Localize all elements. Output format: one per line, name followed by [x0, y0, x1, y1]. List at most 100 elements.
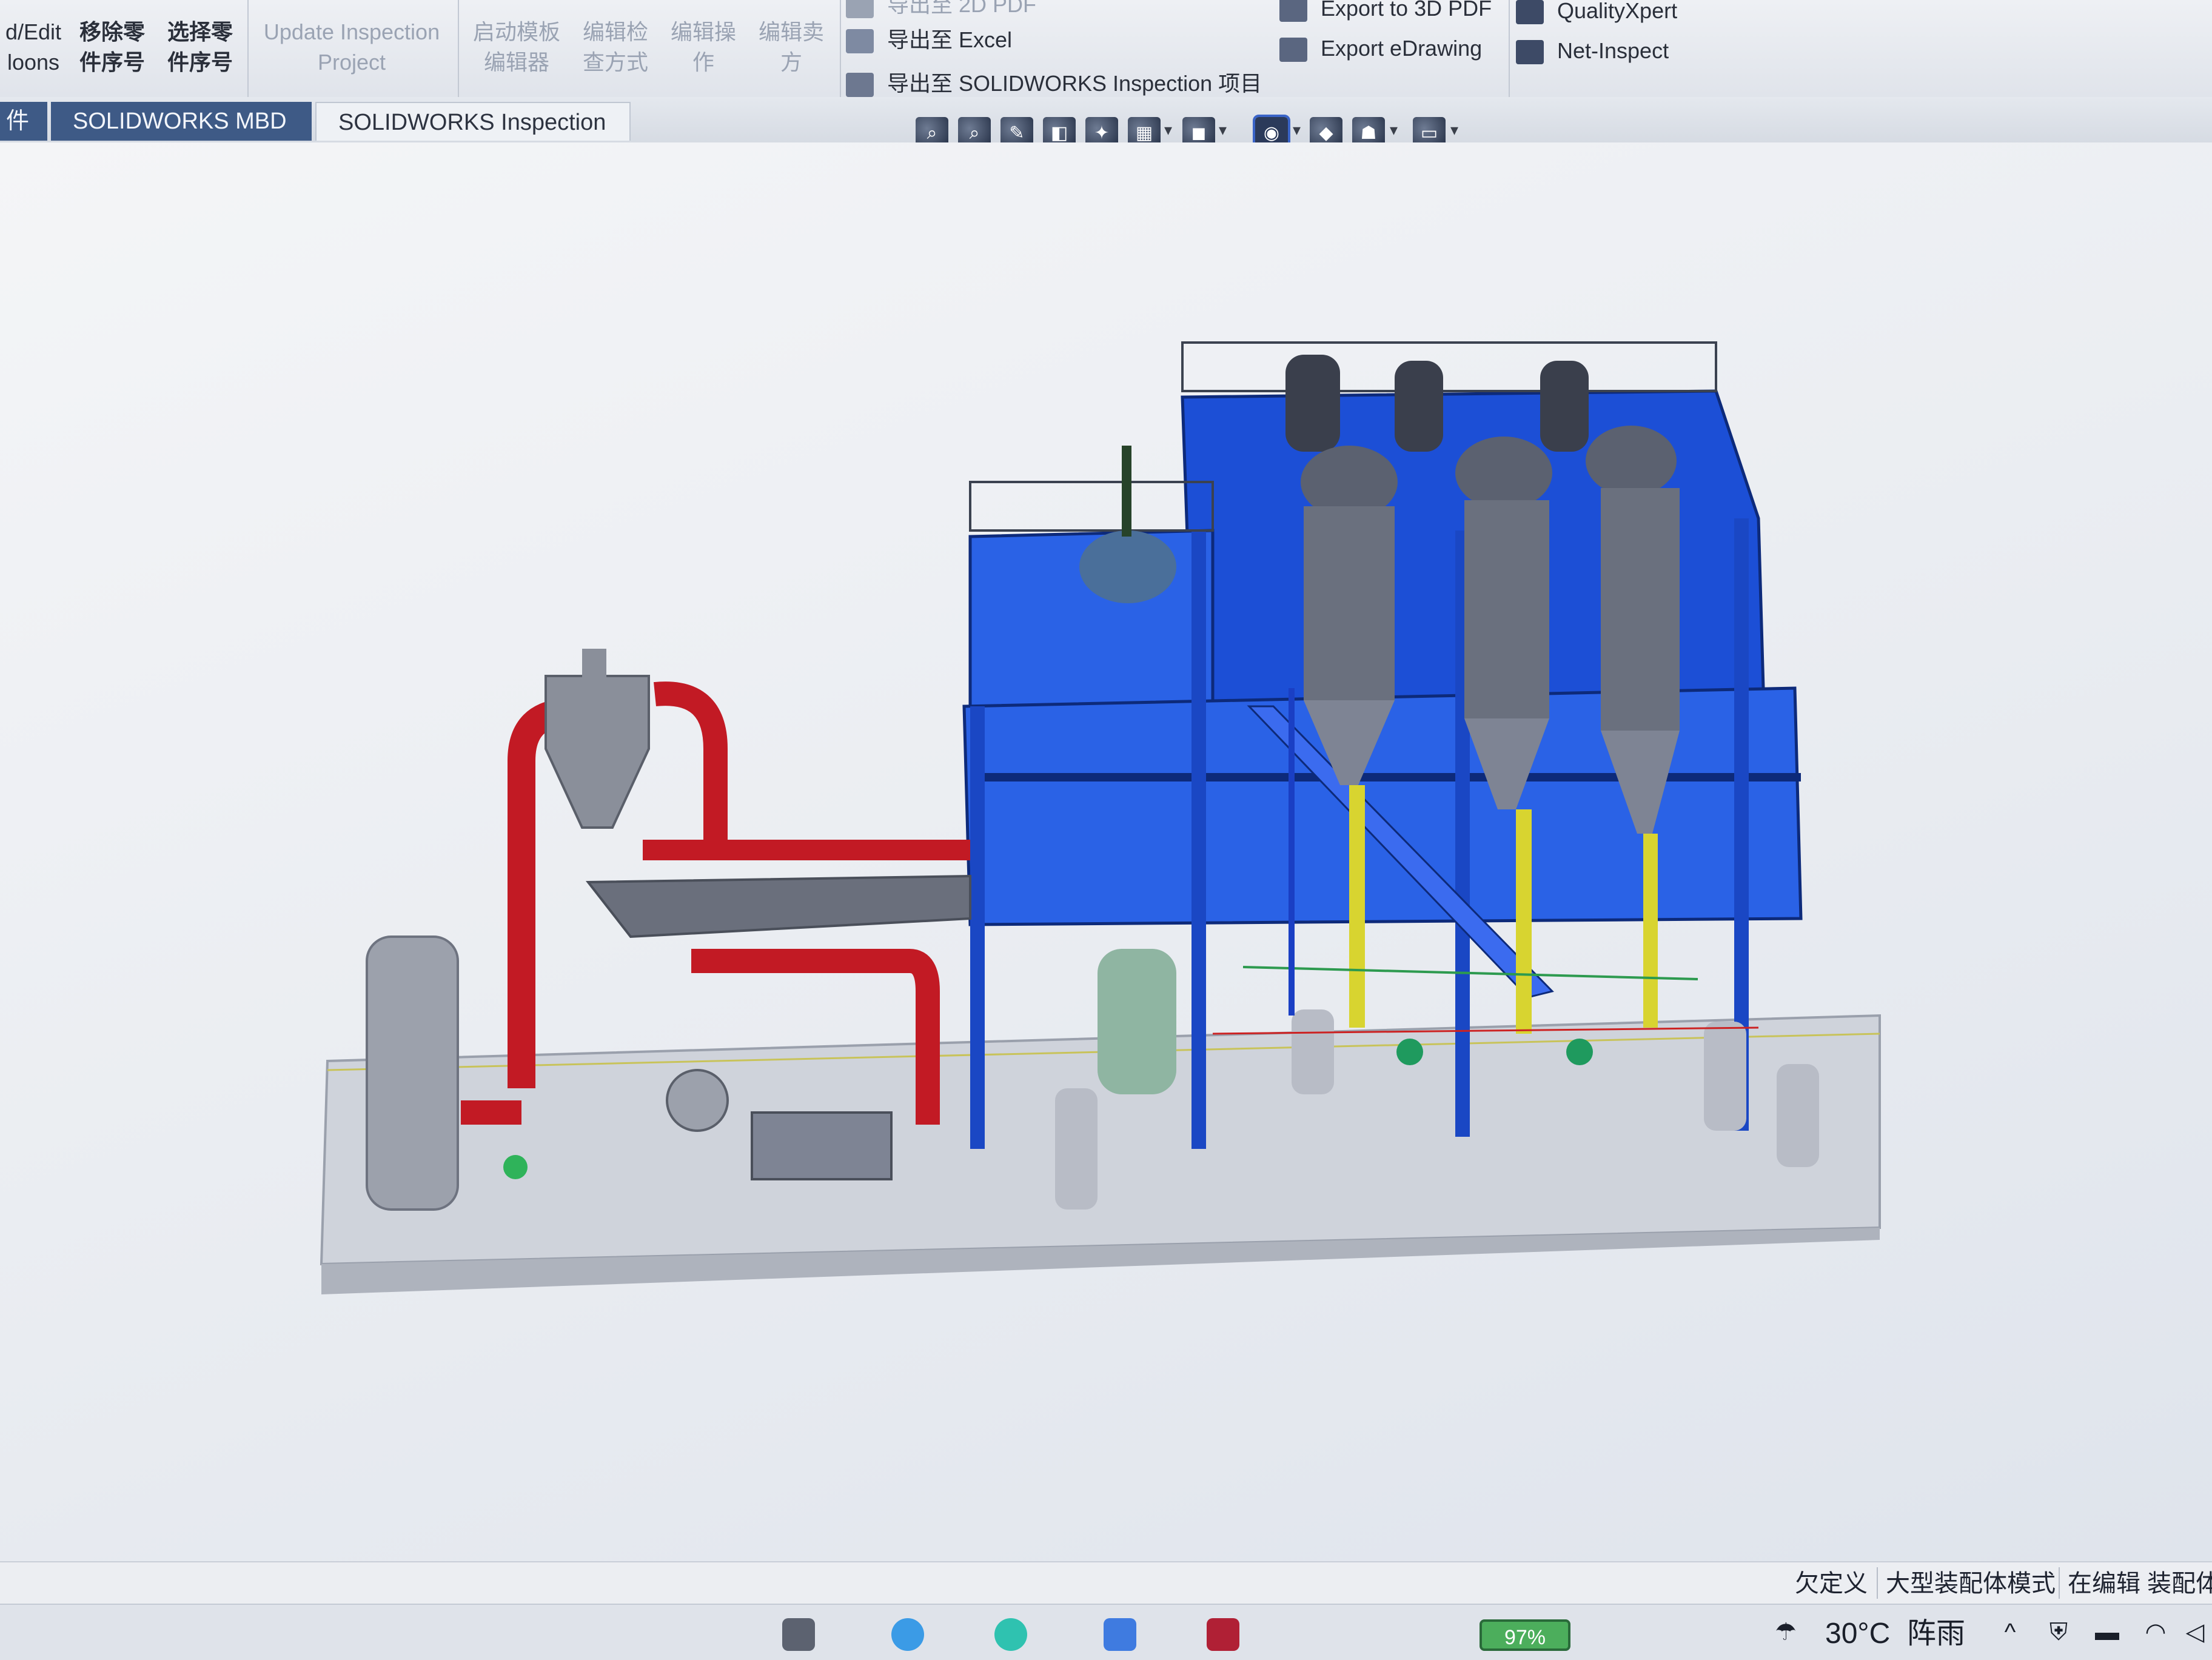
ribbon-separator [840, 0, 841, 97]
tab-label: SOLIDWORKS MBD [73, 109, 287, 134]
small-tank [1777, 1064, 1819, 1167]
reactor-vessel [1079, 530, 1176, 603]
battery-indicator[interactable]: 97% [1480, 1619, 1570, 1651]
ribbon-label-line2: 查方式 [582, 50, 648, 75]
ribbon-button-select-balloon[interactable]: 选择零 件序号 [158, 0, 243, 100]
ribbon-button-update-inspection-project[interactable]: Update Inspection Project [252, 0, 452, 100]
export-excel-item[interactable]: 导出至 Excel [846, 22, 1012, 58]
export-inspection-project-label: 导出至 SOLIDWORKS Inspection 项目 [887, 71, 1262, 96]
chevron-down-icon[interactable]: ▾ [1390, 121, 1398, 139]
wifi-icon[interactable]: ◠ [2140, 1617, 2171, 1647]
agitator-motor [1122, 446, 1131, 537]
ribbon-label-line1: 启动模板 [472, 19, 560, 44]
ribbon-label-line1: 编辑卖 [758, 19, 824, 44]
battery-icon[interactable]: ▬ [2092, 1617, 2122, 1647]
inspection-export-icon [846, 73, 874, 98]
pump [1396, 1039, 1423, 1065]
windows-taskbar: 97% ☂ 30°C 阵雨 ^ ⛨ ▬ ◠ ◁ [0, 1604, 2212, 1660]
ribbon-label-line1: Update Inspection [263, 19, 440, 44]
plant-assembly-model[interactable] [0, 142, 2212, 1561]
platform-beam [970, 773, 1801, 781]
export-inspection-project-item[interactable]: 导出至 SOLIDWORKS Inspection 项目 [846, 65, 1262, 102]
small-tank [1292, 1009, 1334, 1094]
qualityxpert-icon [1516, 0, 1544, 25]
command-ribbon: d/Edit loons 移除零 件序号 选择零 件序号 Update Insp… [0, 0, 2212, 104]
ribbon-button-edit-vendor[interactable]: 编辑卖 方 [749, 0, 834, 100]
weather-description[interactable]: 阵雨 [1907, 1615, 1965, 1653]
tab-label: 件 [6, 109, 30, 134]
blower [666, 1069, 729, 1132]
ribbon-button-add-edit-balloons[interactable]: d/Edit loons [0, 0, 67, 100]
fluid-bed-dryer [585, 874, 971, 939]
export-excel-label: 导出至 Excel [887, 27, 1013, 52]
tab-parts[interactable]: 件 [0, 102, 47, 141]
taskbar-browser-icon[interactable] [891, 1618, 924, 1651]
excel-export-icon [846, 29, 874, 54]
scrubber-tower [366, 935, 459, 1211]
ribbon-button-edit-operation[interactable]: 编辑操 作 [661, 0, 746, 100]
ribbon-label-line1: 选择零 [167, 19, 233, 44]
security-shield-icon[interactable]: ⛨ [2043, 1617, 2074, 1647]
ribbon-label-line1: d/Edit [5, 19, 62, 44]
ribbon-label-line1: 移除零 [79, 19, 145, 44]
chevron-down-icon[interactable]: ▾ [1219, 121, 1227, 139]
small-tank [1055, 1088, 1098, 1210]
ribbon-label-line2: 方 [780, 50, 802, 75]
ribbon-label-line2: loons [7, 50, 60, 75]
status-separator [2059, 1567, 2060, 1599]
export-2d-pdf-label: 导出至 2D PDF [887, 0, 1037, 17]
red-duct [654, 681, 728, 846]
chevron-down-icon[interactable]: ▾ [1164, 121, 1172, 139]
ribbon-button-remove-balloon[interactable]: 移除零 件序号 [70, 0, 155, 100]
filter-housing [751, 1111, 893, 1180]
ribbon-label-line2: Project [317, 50, 386, 75]
cyclone-outlet [582, 649, 606, 679]
red-header-pipe [643, 840, 970, 860]
column [970, 706, 985, 1149]
status-editing-assembly: 在编辑 装配体 [2068, 1570, 2212, 1597]
taskbar-app-icon[interactable] [994, 1618, 1027, 1651]
ribbon-separator [247, 0, 249, 97]
export-3d-pdf-item[interactable]: Export to 3D PDF [1279, 0, 1492, 27]
pdf3d-export-icon [1279, 0, 1307, 22]
taskbar-app-icon[interactable] [1104, 1618, 1136, 1651]
net-inspect-item[interactable]: Net-Inspect [1516, 33, 1669, 69]
ribbon-label-line2: 件序号 [79, 50, 145, 75]
weather-icon[interactable]: ☂ [1771, 1617, 1801, 1647]
tab-label: SOLIDWORKS Inspection [338, 110, 606, 135]
net-inspect-icon [1516, 40, 1544, 65]
ribbon-separator [1509, 0, 1510, 97]
status-bar: 欠定义 大型装配体模式 在编辑 装配体 [0, 1561, 2212, 1605]
taskbar-solidworks-icon[interactable] [1207, 1618, 1239, 1651]
pdf-export-icon [846, 0, 874, 19]
status-separator [1877, 1567, 1878, 1599]
tab-solidworks-inspection[interactable]: SOLIDWORKS Inspection [315, 102, 631, 141]
taskbar-app-icon[interactable] [782, 1618, 815, 1651]
graphics-viewport[interactable] [0, 142, 2212, 1561]
status-underdefined: 欠定义 [1795, 1570, 1868, 1597]
process-pipe [1242, 966, 1698, 980]
ribbon-button-edit-inspection-method[interactable]: 编辑检 查方式 [573, 0, 658, 100]
fan-motor [503, 1155, 528, 1179]
ribbon-separator [458, 0, 459, 97]
export-edrawing-label: Export eDrawing [1321, 36, 1483, 61]
export-2d-pdf-item[interactable]: 导出至 2D PDF [846, 0, 1036, 23]
column [1191, 530, 1206, 1149]
ribbon-label-line1: 编辑操 [670, 19, 736, 44]
left-railing [969, 481, 1214, 532]
volume-icon[interactable]: ◁ [2180, 1617, 2210, 1647]
chevron-down-icon[interactable]: ▾ [1293, 121, 1301, 139]
ribbon-label-line2: 编辑器 [483, 50, 549, 75]
net-inspect-label: Net-Inspect [1557, 38, 1669, 63]
ribbon-label-line2: 作 [692, 50, 714, 75]
weather-temperature[interactable]: 30°C [1825, 1615, 1890, 1653]
ribbon-label-line1: 编辑检 [582, 19, 648, 44]
chevron-up-icon[interactable]: ^ [1995, 1617, 2025, 1647]
qualityxpert-item[interactable]: QualityXpert [1516, 0, 1677, 29]
ribbon-button-template-editor[interactable]: 启动模板 编辑器 [462, 0, 571, 100]
small-tank [1704, 1022, 1746, 1131]
chevron-down-icon[interactable]: ▾ [1450, 121, 1458, 139]
export-edrawing-item[interactable]: Export eDrawing [1279, 30, 1482, 67]
tab-solidworks-mbd[interactable]: SOLIDWORKS MBD [51, 102, 312, 141]
ribbon-label-line2: 件序号 [167, 50, 233, 75]
